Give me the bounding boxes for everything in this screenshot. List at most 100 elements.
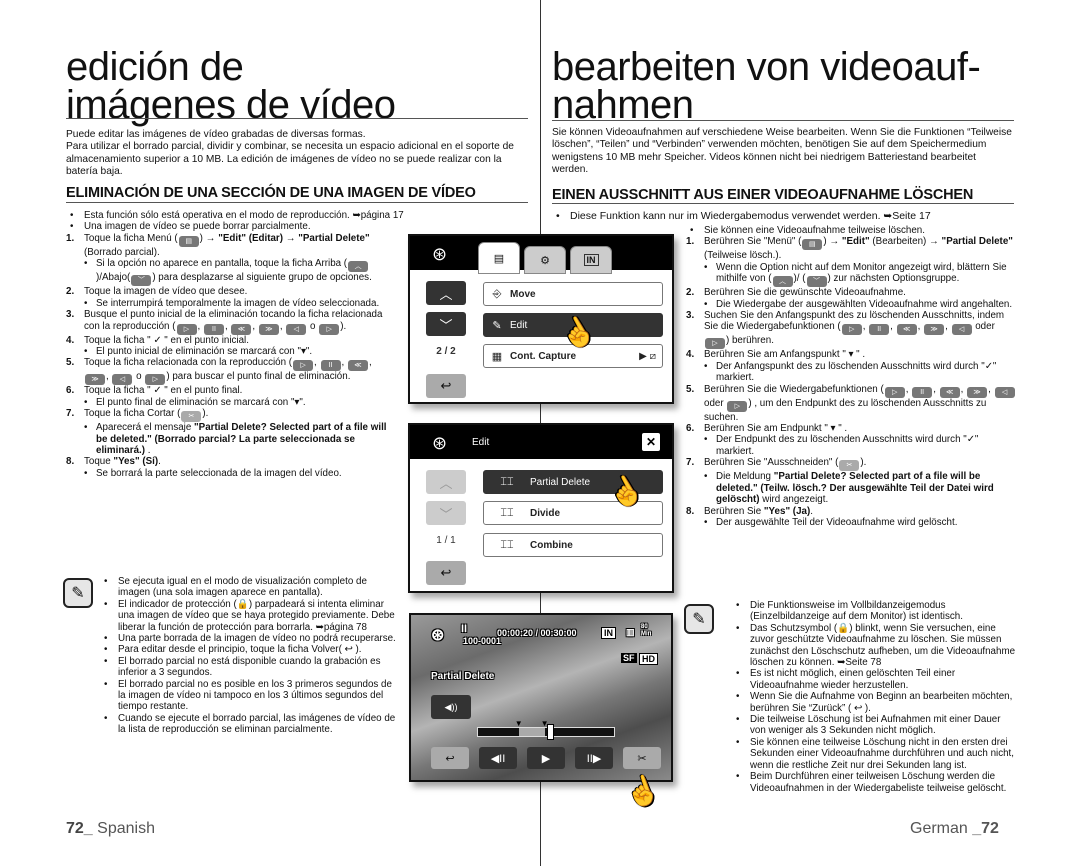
spanish-step-6: 6. Toque la ficha " ✓ " en el punto final… [66,385,396,396]
step-number: 1. [686,236,695,248]
fast-forward-icon: ≫ [924,324,945,336]
language-label: Spanish [92,820,155,837]
cut-button[interactable]: ✂ [623,747,661,769]
pause-status: II [461,623,468,635]
step-text: Toque la ficha Cortar ( [84,408,181,420]
play-button[interactable]: ▶ [527,747,565,769]
step-back-icon: ◀II [490,752,506,765]
sub-text: ) para desplazarse al siguiente grupo de… [152,272,372,284]
step-text: oder [972,321,995,333]
menu-item-divide[interactable]: ⌶⌶ Divide [483,501,663,525]
bullet-text: Diese Funktion kann nur im Wiedergabemod… [570,210,931,222]
step-text: o [307,320,319,332]
progress-handle[interactable] [547,724,555,740]
chevron-down-icon: ﹀ [439,317,453,333]
sub-text: . [145,445,151,457]
step-number: 5. [686,383,695,395]
back-arrow-icon: ↩ [440,378,452,393]
german-step-2-sub: • Die Wiedergabe der ausgewählten Videoau… [704,298,1013,310]
sub-text: Der Anfangspunkt des zu löschenden Aussc… [716,360,997,384]
sub-text: Aparecerá el mensaje [96,422,195,434]
cut-icon: ✂ [181,411,202,423]
german-bullet-1: • Diese Funktion kann nur im Wiedergabemo… [552,210,1012,222]
step-number: 4. [686,349,695,361]
spanish-note: • Para editar desde el principio, toque l… [104,644,362,656]
sub-text: Die Wiedergabe der ausgewählten Videoauf… [716,298,1013,310]
menu-item-label: Edit [510,319,528,331]
note-text: El borrado parcial no está disponible cu… [118,655,381,679]
fast-forward-icon: ≫ [85,374,105,386]
chevron-down-icon: ﹀ [439,506,453,522]
menu-item-combine[interactable]: ⌶⌶ Combine [483,533,663,557]
down-button[interactable]: ﹀ [426,501,466,525]
spanish-title: edición de imágenes de vídeo [66,47,396,125]
german-step-7-sub: • Die Meldung "Partial Delete? Selected p… [704,471,994,506]
menu-icon: ▤ [493,252,505,265]
tab-storage[interactable]: IN [570,246,612,274]
spanish-note: • Cuando se ejecute el borrado parcial, l… [104,712,396,736]
menu-item-move[interactable]: ⎆ Move [483,282,663,306]
step-bold: "Edit" [841,236,870,248]
tab-menu[interactable]: ▤ [478,242,520,274]
german-step-1: 1. Berühren Sie "Menü" (▤) → "Edit" (Bear… [686,236,1016,261]
spanish-note: • Una parte borrada de la imagen de vídeo… [104,633,396,645]
down-button[interactable]: ﹀ [426,312,466,336]
step-text: Toque la imagen de vídeo que desee. [84,286,248,298]
divide-icon: ⌶⌶ [500,506,514,519]
german-note: • Beim Durchführen einer teilweisen Lösch… [736,771,1007,794]
close-button[interactable]: ✕ [642,433,660,451]
page-number: _72 [972,820,999,837]
step-back-icon: ◁ [286,323,307,335]
quality-icon: SF [621,653,637,663]
german-notes: • Die Funktionsweise im Vollbildanzeigemo… [732,600,1017,794]
spanish-note: • El borrado parcial no está disponible c… [104,655,381,679]
sub-text: El punto inicial de eliminación se marca… [96,346,313,358]
spanish-step-1: 1. Toque la ficha Menú (▤) → "Edit" (Edit… [66,233,396,258]
note-text: Se ejecuta igual en el modo de visualiza… [118,576,367,599]
spanish-intro-p2: Para utilizar el borrado parcial, dividi… [66,141,514,178]
up-icon: ︿ [348,261,369,273]
step-text: Berühren Sie die gewünschte Videoaufnahm… [704,287,906,299]
sub-text: wird angezeigt. [759,494,829,506]
bullet-text: Sie können eine Videoaufnahme teilweise … [704,225,925,236]
spanish-step-3: 3. Busque el punto inicial de la eliminac… [66,309,383,335]
selected-range [518,728,545,736]
step-text: ) → [199,233,219,244]
screen-title: Edit [472,437,490,448]
up-button[interactable]: ︿ [426,470,466,494]
back-button[interactable]: ↩ [426,561,466,585]
step-text: Toque la ficha " ✓ " en el punto inicial… [84,334,249,346]
chevron-up-icon: ︿ [439,286,453,302]
note-text: Cuando se ejecute el borrado parcial, la… [118,712,396,736]
mode-label: Partial Delete [431,671,495,682]
step-bold: "Yes" (Ja) [763,505,811,517]
german-step-3: 3. Suchen Sie den Anfangspunkt des zu lös… [686,310,1005,350]
back-button[interactable]: ↩ [426,374,466,398]
volume-button[interactable]: ◀)) [431,695,471,719]
spanish-body-top: • Esta función sólo está operativa en el … [66,210,476,233]
spanish-note: • El borrado parcial no es posible en los… [104,678,392,713]
step-text: (Teilweise lösch.). [704,250,782,262]
progress-bar[interactable]: ▼ ▼ [477,719,615,740]
step-number: 3. [686,310,695,322]
play-icon: ▶ [541,752,551,765]
spanish-step-2: 2. Toque la imagen de vídeo que desee. [66,286,396,297]
spanish-intro-p1: Puede editar las imágenes de vídeo graba… [66,129,366,140]
back-button[interactable]: ↩ [431,747,469,769]
step-back-button[interactable]: ◀II [479,747,517,769]
spanish-footer: 72_ Spanish [66,820,155,838]
step-forward-icon: ▷ [319,323,340,335]
step-text: Toque [84,456,114,468]
tab-settings[interactable]: ⚙ [524,246,566,274]
pause-icon: II [912,386,933,398]
step-text: ) berühren. [726,335,774,347]
up-button[interactable]: ︿ [426,281,466,305]
menu-item-label: Move [510,288,536,300]
note-text: Una parte borrada de la imagen de vídeo … [118,633,396,645]
step-forward-button[interactable]: II▶ [575,747,613,769]
pause-icon: II [203,323,224,335]
step-number: 8. [66,456,75,468]
close-icon: ✕ [645,435,657,449]
note-text: Die Funktionsweise im Vollbildanzeigemod… [750,600,963,623]
sub-text: Der Endpunkt des zu löschenden Ausschnit… [716,434,979,457]
